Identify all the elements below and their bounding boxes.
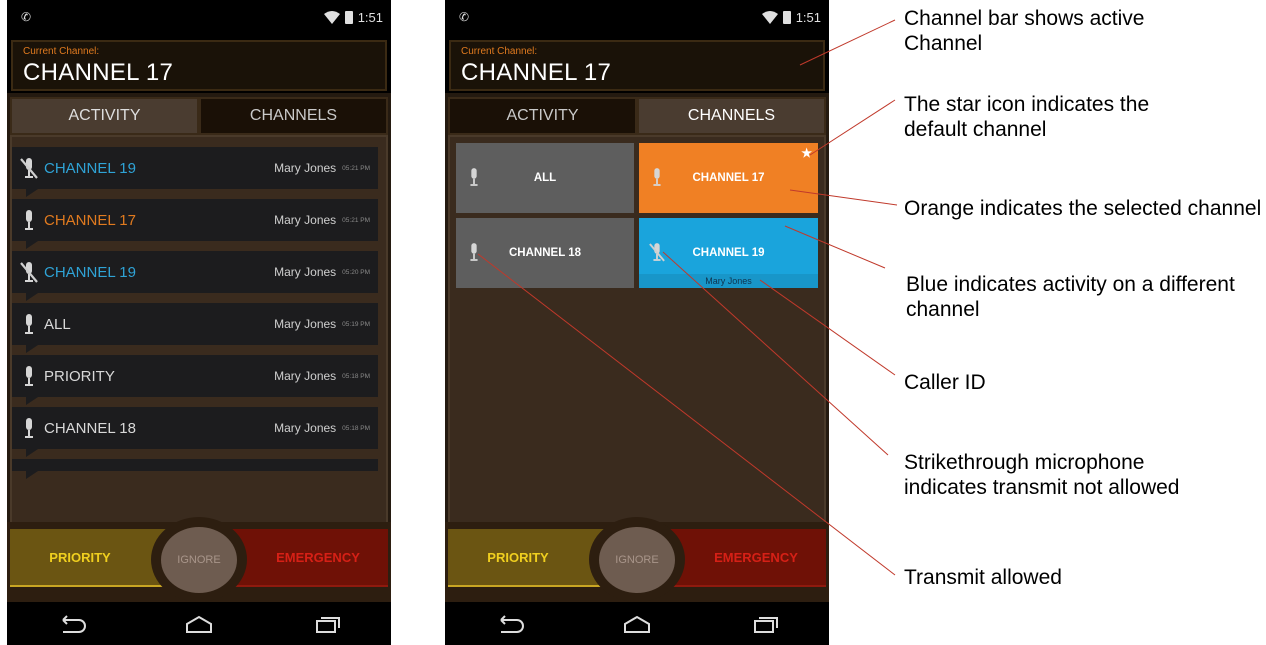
callout-line-caller — [759, 279, 896, 376]
callout-transmit: Transmit allowed — [904, 566, 1062, 589]
callout-star: The star icon indicates the default chan… — [904, 93, 1150, 141]
callout-channel-bar: Channel bar shows active Channel — [904, 7, 1145, 55]
callout-caller: Caller ID — [904, 371, 986, 394]
callout-line-transmit — [477, 253, 896, 576]
callout-line-star — [809, 99, 896, 156]
callout-strikethrough: Strikethrough microphone indicates trans… — [904, 451, 1180, 499]
callout-blue: Blue indicates activity on a different c… — [906, 273, 1235, 321]
callout-orange: Orange indicates the selected channel — [904, 197, 1262, 220]
callout-line-strikethrough — [662, 251, 889, 456]
callout-line-channel-bar — [799, 19, 896, 66]
callout-line-orange — [789, 189, 898, 206]
callout-line-blue — [784, 225, 886, 269]
